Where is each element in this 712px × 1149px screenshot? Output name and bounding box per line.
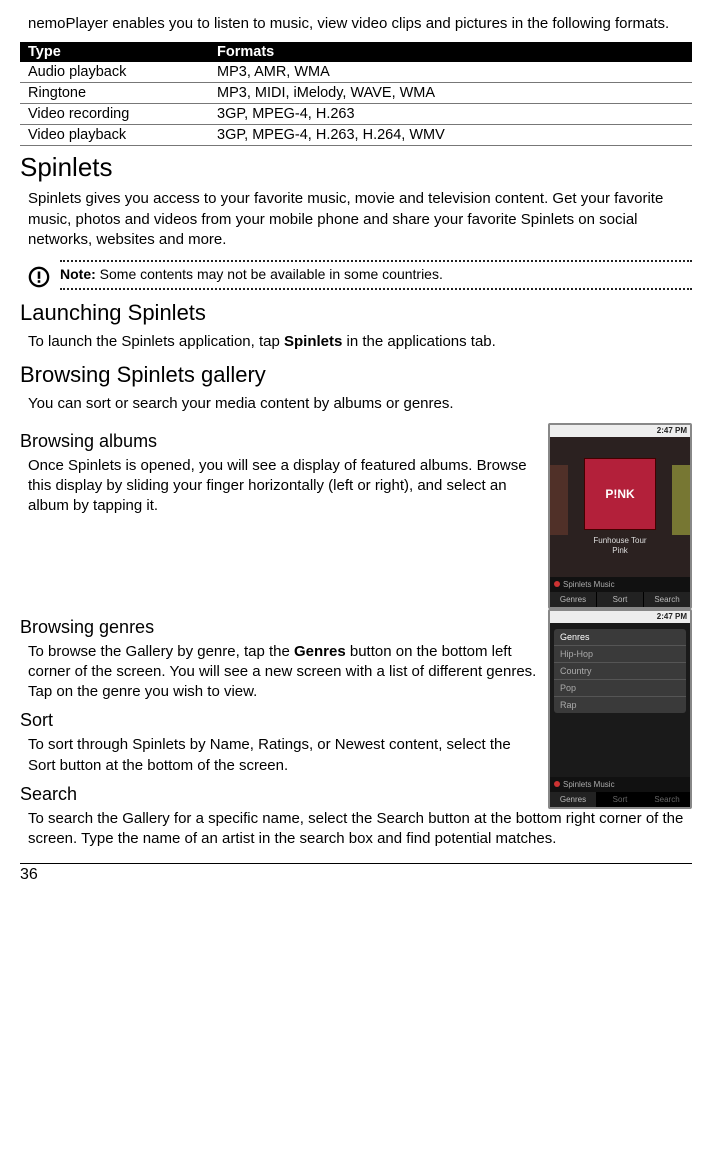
- heading-browsing-albums: Browsing albums: [20, 431, 538, 452]
- sort-text: To sort through Spinlets by Name, Rating…: [28, 735, 538, 776]
- screenshot-albums: 2:47 PM P!NK Funhouse Tour Pink Spinlets…: [548, 423, 692, 609]
- album-caption: Funhouse Tour Pink: [593, 536, 646, 555]
- brand-bar: Spinlets Music: [550, 777, 690, 792]
- heading-search: Search: [20, 784, 538, 805]
- spinlets-intro: Spinlets gives you access to your favori…: [28, 189, 692, 250]
- tab-genres[interactable]: Genres: [550, 792, 597, 807]
- th-formats: Formats: [209, 42, 692, 62]
- tab-sort[interactable]: Sort: [597, 592, 644, 607]
- page-number: 36: [20, 866, 38, 883]
- list-item[interactable]: Country: [554, 663, 686, 680]
- heading-browsing-genres: Browsing genres: [20, 617, 538, 638]
- table-row: Video recording3GP, MPEG-4, H.263: [20, 104, 692, 125]
- tab-genres[interactable]: Genres: [550, 592, 597, 607]
- genres-text: To browse the Gallery by genre, tap the …: [28, 642, 538, 703]
- brand-bar: Spinlets Music: [550, 577, 690, 592]
- launch-text: To launch the Spinlets application, tap …: [28, 332, 692, 352]
- alert-icon: [28, 266, 50, 288]
- tab-bar: Genres Sort Search: [550, 792, 690, 807]
- heading-launching-spinlets: Launching Spinlets: [20, 300, 692, 326]
- genres-panel-header: Genres: [554, 629, 686, 646]
- th-type: Type: [20, 42, 209, 62]
- intro-text: nemoPlayer enables you to listen to musi…: [28, 14, 692, 34]
- tab-sort[interactable]: Sort: [597, 792, 644, 807]
- tab-bar: Genres Sort Search: [550, 592, 690, 607]
- tab-search[interactable]: Search: [644, 592, 690, 607]
- formats-table: Type Formats Audio playbackMP3, AMR, WMA…: [20, 42, 692, 146]
- list-item[interactable]: Pop: [554, 680, 686, 697]
- gallery-intro: You can sort or search your media conten…: [28, 394, 692, 414]
- heading-spinlets: Spinlets: [20, 152, 692, 183]
- heading-browsing-gallery: Browsing Spinlets gallery: [20, 362, 692, 388]
- table-row: Video playback3GP, MPEG-4, H.263, H.264,…: [20, 125, 692, 146]
- note-text: Note: Some contents may not be available…: [60, 262, 692, 288]
- table-row: Audio playbackMP3, AMR, WMA: [20, 62, 692, 83]
- status-bar: 2:47 PM: [550, 425, 690, 437]
- genres-panel: Genres Hip-Hop Country Pop Rap: [554, 629, 686, 713]
- list-item[interactable]: Rap: [554, 697, 686, 713]
- tab-search[interactable]: Search: [644, 792, 690, 807]
- page-footer: 36: [20, 863, 692, 884]
- search-text: To search the Gallery for a specific nam…: [28, 809, 692, 850]
- list-item[interactable]: Hip-Hop: [554, 646, 686, 663]
- status-bar: 2:47 PM: [550, 611, 690, 623]
- album-cover: P!NK: [584, 458, 656, 530]
- albums-text: Once Spinlets is opened, you will see a …: [28, 456, 538, 517]
- dashed-rule: [60, 288, 692, 290]
- note-block: Note: Some contents may not be available…: [28, 260, 692, 290]
- table-row: RingtoneMP3, MIDI, iMelody, WAVE, WMA: [20, 83, 692, 104]
- screenshot-genres: 2:47 PM Genres Hip-Hop Country Pop Rap S…: [548, 609, 692, 809]
- heading-sort: Sort: [20, 710, 538, 731]
